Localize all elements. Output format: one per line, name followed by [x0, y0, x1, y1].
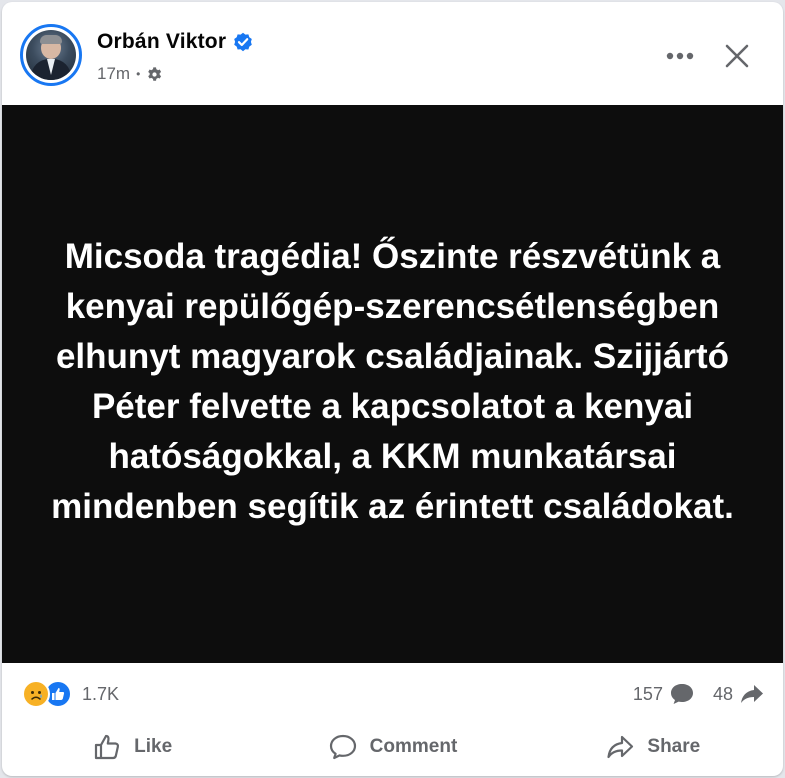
engagement-counts: 157 48 — [633, 682, 765, 706]
post-header: Orbán Viktor 17m • — [2, 2, 783, 105]
share-icon — [607, 735, 634, 759]
post-meta: 17m • — [97, 64, 163, 84]
shares-count: 48 — [712, 683, 733, 704]
avatar-image — [26, 30, 76, 80]
like-button[interactable]: Like — [2, 724, 262, 770]
sad-reaction-icon — [22, 680, 50, 708]
comment-label: Comment — [369, 736, 458, 757]
share-arrow-icon — [741, 685, 763, 703]
more-options-button[interactable] — [660, 36, 700, 76]
share-label: Share — [647, 736, 701, 757]
post-timestamp[interactable]: 17m — [97, 64, 130, 84]
post-card: Orbán Viktor 17m • Micsoda tragédia! Ősz… — [2, 2, 783, 776]
share-button[interactable]: Share — [523, 724, 783, 770]
shares-count-group[interactable]: 48 — [713, 682, 765, 706]
like-label: Like — [134, 736, 173, 757]
comments-count-group[interactable]: 157 — [633, 682, 695, 706]
close-button[interactable] — [715, 34, 759, 78]
comments-count: 157 — [632, 683, 663, 704]
post-image-text: Micsoda tragédia! Őszinte részvétünk a k… — [51, 237, 734, 526]
close-icon — [725, 44, 749, 68]
post-stats: 1.7K 157 48 — [2, 664, 783, 724]
comment-icon — [329, 734, 356, 760]
more-horizontal-icon — [666, 52, 694, 60]
author-avatar[interactable] — [20, 24, 82, 86]
meta-separator: • — [136, 67, 141, 81]
thumbs-up-icon — [95, 734, 120, 760]
comment-button[interactable]: Comment — [262, 724, 522, 770]
author-name[interactable]: Orbán Viktor — [97, 30, 226, 54]
comment-bubble-icon — [670, 684, 693, 704]
reactions-count: 1.7K — [82, 683, 120, 704]
verified-badge-icon — [234, 32, 253, 52]
post-image[interactable]: Micsoda tragédia! Őszinte részvétünk a k… — [2, 105, 783, 663]
gear-icon[interactable] — [146, 66, 163, 83]
post-actions: Like Comment Share — [2, 724, 783, 770]
reactions-summary[interactable]: 1.7K — [22, 680, 119, 708]
author-row: Orbán Viktor — [97, 30, 253, 54]
